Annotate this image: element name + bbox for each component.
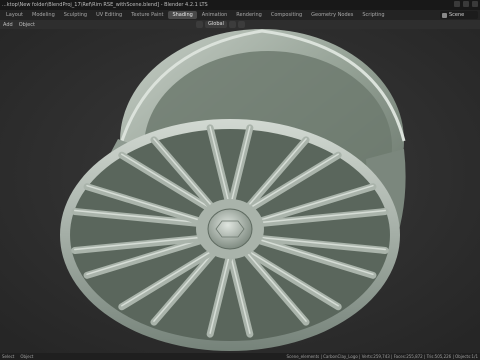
status-bar: Select Object Scene_elements | CarbonCla…: [0, 353, 480, 360]
status-left: Select Object: [0, 354, 33, 359]
tab-animation[interactable]: Animation: [198, 11, 232, 19]
tab-texture-paint[interactable]: Texture Paint: [127, 11, 167, 19]
tab-uv-editing[interactable]: UV Editing: [92, 11, 126, 19]
menu-add[interactable]: Add: [0, 22, 16, 28]
tab-sculpting[interactable]: Sculpting: [60, 11, 91, 19]
scene-icon: [442, 12, 447, 18]
title-bar: ...ktop\New folder\BlendProj_17\Ref\Rim …: [0, 0, 480, 10]
tab-layout[interactable]: Layout: [2, 11, 27, 19]
window-title: ...ktop\New folder\BlendProj_17\Ref\Rim …: [2, 2, 208, 8]
status-stats: Scene_elements | CarbonClay_Logo | Verts…: [286, 354, 478, 359]
orientation-icon: [196, 21, 203, 28]
tab-geometry-nodes[interactable]: Geometry Nodes: [307, 11, 357, 19]
tab-modeling[interactable]: Modeling: [28, 11, 59, 19]
pivot-icon[interactable]: [228, 21, 236, 28]
snap-icon[interactable]: [237, 21, 245, 28]
minimize-icon[interactable]: [454, 1, 460, 7]
tab-compositing[interactable]: Compositing: [267, 11, 306, 19]
scene-selector[interactable]: Scene: [440, 11, 478, 19]
tab-shading[interactable]: Shading: [168, 11, 197, 19]
workspace-tab-bar: Layout Modeling Sculpting UV Editing Texture…: [0, 10, 480, 20]
transform-controls: Global: [196, 21, 245, 28]
close-icon[interactable]: [472, 1, 478, 7]
tab-scripting[interactable]: Scripting: [358, 11, 388, 19]
status-object: Object: [20, 354, 34, 359]
3d-viewport[interactable]: [0, 29, 480, 353]
workspace-tabs: Layout Modeling Sculpting UV Editing Texture…: [0, 11, 389, 19]
window-controls: [454, 1, 478, 7]
scene-label: Scene: [449, 12, 465, 18]
viewport-header: Add Object Global: [0, 20, 480, 29]
tab-rendering[interactable]: Rendering: [232, 11, 266, 19]
maximize-icon[interactable]: [463, 1, 469, 7]
rim-center-cap: [207, 208, 253, 250]
status-select: Select: [2, 354, 15, 359]
menu-object[interactable]: Object: [16, 22, 38, 28]
rim-render: [0, 29, 480, 353]
transform-orientation-dropdown[interactable]: Global: [205, 21, 227, 28]
